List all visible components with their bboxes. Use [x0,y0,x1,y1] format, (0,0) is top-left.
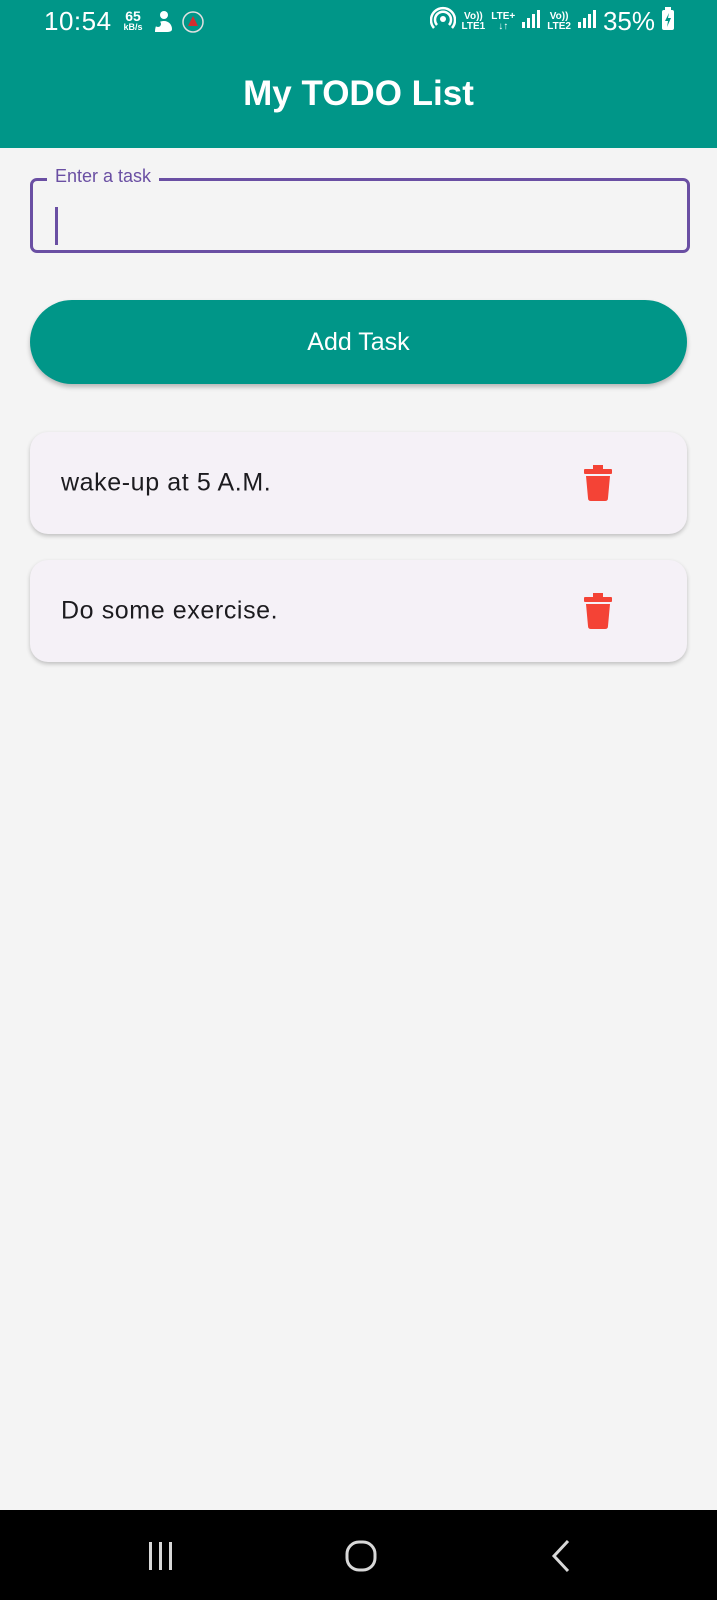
alert-icon [182,11,204,38]
trash-icon [584,465,612,501]
system-nav-bar [0,1510,717,1600]
sim1-network: LTE+ ↓↑ [491,10,516,32]
network-speed-value: 65 [125,8,141,24]
network-speed-unit: kB/s [123,22,143,32]
sim1-label-bottom: LTE1 [461,20,486,32]
task-input[interactable]: Enter a task [30,166,690,253]
add-task-button[interactable]: Add Task [30,300,687,384]
status-bar: 10:54 65 kB/s Vo)) LTE1 LTE+ ↓↑ Vo)) LTE… [0,0,717,46]
notification-icon [152,10,174,39]
delete-task-button[interactable] [583,593,613,629]
battery-charging-icon [661,7,675,36]
battery-level: 35% [602,6,655,36]
sim2-label: Vo)) LTE2 [547,10,571,32]
sim2-label-bottom: LTE2 [547,20,571,32]
task-input-label: Enter a task [47,166,160,187]
status-right: Vo)) LTE1 LTE+ ↓↑ Vo)) LTE2 35% [429,6,675,37]
status-time: 10:54 [44,6,112,36]
app-bar: 10:54 65 kB/s Vo)) LTE1 LTE+ ↓↑ Vo)) LTE… [0,0,717,148]
signal-icon [577,9,597,34]
sim1-label-top: Vo)) [464,10,483,22]
task-item: Do some exercise. [30,560,687,662]
hotspot-icon [429,6,456,37]
sim1-network-type: LTE+ [491,10,516,22]
sim1-label: Vo)) LTE1 [461,10,486,32]
back-icon[interactable] [538,1532,586,1580]
recents-icon[interactable] [137,1532,185,1580]
home-icon[interactable] [337,1532,385,1580]
delete-task-button[interactable] [583,465,613,501]
page-title: My TODO List [243,74,474,113]
network-speed: 65 kB/s [118,9,148,32]
text-cursor [55,207,58,245]
trash-icon [584,593,612,629]
task-item: wake-up at 5 A.M. [30,432,687,534]
sim2-label-top: Vo)) [549,10,569,22]
data-arrows-icon: ↓↑ [498,20,509,32]
task-text: Do some exercise. [61,596,279,625]
task-text: wake-up at 5 A.M. [61,468,272,497]
signal-icon [521,9,541,34]
